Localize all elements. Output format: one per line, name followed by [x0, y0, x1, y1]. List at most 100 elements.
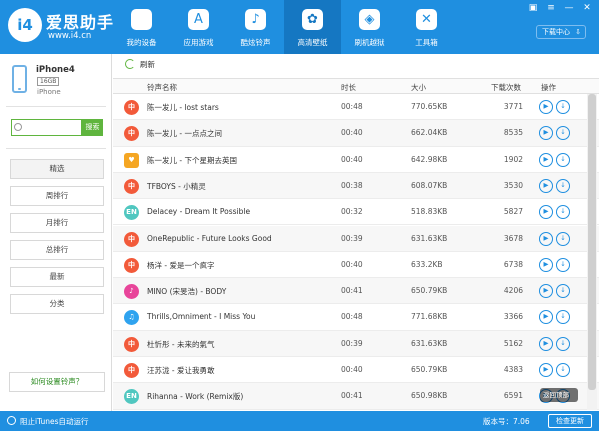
download-icon[interactable]: ↓ [556, 257, 570, 272]
table-row[interactable]: 中陈一发儿 - 一点点之间 00:40 662.04KB 8535 ▶ ↓ [113, 120, 599, 147]
play-icon[interactable]: ▶ [539, 284, 553, 299]
column-header-name[interactable]: 铃声名称 [147, 82, 177, 93]
nav-item[interactable]: ◈ 刷机越狱 [341, 0, 398, 54]
menu-item[interactable]: 周排行 [10, 186, 104, 206]
play-icon[interactable]: ▶ [539, 310, 553, 325]
table-row[interactable]: EN Rihanna - Work (Remix版) 00:41 650.98KB 65… [113, 383, 599, 410]
nav-item-label: 应用游戏 [183, 38, 214, 47]
ringtone-type-icon: 中 [124, 363, 139, 378]
brand-url: www.i4.cn [48, 31, 92, 41]
ringtone-duration: 00:39 [341, 338, 363, 348]
scrollbar-thumb[interactable] [588, 94, 596, 390]
ringtone-type-icon: EN [124, 389, 139, 405]
download-icon[interactable]: ↓ [556, 363, 570, 377]
back-to-top-button[interactable]: 返回顶部 [540, 388, 578, 402]
download-icon[interactable]: ↓ [556, 310, 570, 325]
table-row[interactable]: 中杨洋 - 爱是一个疯字 00:40 633.2KB 6738 ▶ ↓ [113, 252, 599, 279]
ringtone-name: 陈一发儿 - 一点点之间 [147, 129, 222, 139]
play-icon[interactable]: ▶ [539, 178, 553, 193]
itunes-block-icon[interactable] [7, 416, 16, 425]
column-header-duration[interactable]: 时长 [341, 82, 356, 93]
row-actions: ▶↓ [539, 178, 570, 193]
ringtone-size: 770.65KB [411, 102, 448, 111]
ringtone-category-menu: 精选周排行月排行总排行最新分类 [10, 159, 104, 321]
search-icon [14, 123, 22, 131]
download-icon[interactable]: ↓ [556, 152, 570, 167]
table-row[interactable]: 中 TFBOYS - 小精灵 00:38 608.07KB 3530 ▶ ↓ [113, 172, 599, 200]
ringtone-name: MINO (宋旻浩) - BODY [147, 287, 227, 297]
ringtone-name: OneRepublic - Future Looks Good [147, 233, 272, 243]
play-icon[interactable]: ▶ [539, 363, 553, 377]
nav-item[interactable]: ✿ 高清壁纸 [284, 0, 341, 54]
play-icon[interactable]: ▶ [539, 205, 553, 220]
nav-item-label: 刷机越狱 [354, 38, 385, 47]
refresh-icon[interactable] [125, 59, 135, 69]
status-bar: 阻止iTunes自动运行 版本号：7.06 检查更新 [0, 411, 599, 431]
search-field[interactable] [11, 119, 82, 136]
download-icon[interactable]: ↓ [556, 205, 570, 220]
dropbox-icon: ◈ [359, 9, 380, 30]
ringtone-duration: 00:40 [341, 259, 363, 269]
nav-item[interactable]: A 应用游戏 [170, 0, 227, 54]
ringtone-name: 陈一发儿 - lost stars [147, 103, 219, 112]
menu-item[interactable]: 月排行 [10, 213, 104, 233]
menu-icon[interactable]: ≡ [545, 2, 557, 14]
table-row[interactable]: EN Delacey - Dream It Possible 00:32 518.83… [113, 199, 599, 226]
table-row[interactable]: ♥ 陈一发儿 - 下个星期去英国 00:40 642.98KB 1902 ▶ ↓ [113, 147, 599, 173]
bell-icon: ♪ [245, 9, 266, 30]
search-input[interactable] [12, 120, 81, 135]
device-capacity: 16GB [37, 77, 60, 86]
ringtone-downloads: 6738 [503, 259, 523, 269]
close-icon[interactable]: ✕ [581, 2, 593, 14]
column-header-size[interactable]: 大小 [411, 82, 426, 93]
ringtone-size: 518.83KB [411, 207, 448, 217]
menu-item[interactable]: 总排行 [10, 240, 104, 260]
device-name: iPhone4 [36, 65, 75, 75]
table-row[interactable]: ♪ MINO (宋旻浩) - BODY 00:41 650.79KB 4206 ▶ ↓ [113, 278, 599, 305]
menu-item[interactable]: 分类 [10, 294, 104, 314]
play-icon[interactable]: ▶ [539, 336, 553, 351]
minimize-icon[interactable]: — [563, 2, 575, 14]
table-row[interactable]: ♫ Thrills,Omniment - I Miss You 00:48 771.6… [113, 304, 599, 331]
table-row[interactable]: 中陈一发儿 - lost stars 00:48 770.65KB 3771 ▶ ↓ [113, 94, 599, 121]
column-header-downloads[interactable]: 下载次数 [491, 82, 521, 93]
table-row[interactable]: 中 OneRepublic - Future Looks Good 00:39 631… [113, 225, 599, 252]
play-icon[interactable]: ▶ [539, 152, 553, 167]
play-icon[interactable]: ▶ [539, 231, 553, 246]
download-icon[interactable]: ↓ [556, 336, 570, 351]
block-itunes-toggle[interactable]: 阻止iTunes自动运行 [20, 416, 89, 427]
download-icon[interactable]: ↓ [556, 284, 570, 299]
search-button[interactable]: 搜索 [82, 119, 103, 136]
download-icon[interactable]: ↓ [556, 100, 570, 114]
nav-item[interactable]: 我的设备 [113, 0, 170, 54]
play-icon[interactable]: ▶ [539, 257, 553, 272]
download-icon[interactable]: ↓ [556, 231, 570, 246]
nav-item[interactable]: ✕ 工具箱 [398, 0, 455, 54]
skin-icon[interactable]: ▣ [527, 2, 539, 14]
download-icon[interactable]: ↓ [556, 126, 570, 141]
scrollbar[interactable] [587, 94, 597, 410]
help-link[interactable]: 如何设置铃声？ [9, 372, 105, 392]
refresh-button[interactable]: 刷新 [140, 59, 155, 70]
table-row[interactable]: 中汪苏泷 - 爱让我勇敢 00:40 650.79KB 4383 ▶ ↓ [113, 357, 599, 384]
menu-item[interactable]: 最新 [10, 267, 104, 287]
download-icon[interactable]: ↓ [556, 178, 570, 193]
ringtone-size: 650.79KB [411, 365, 448, 374]
nav-item-label: 工具箱 [415, 38, 438, 47]
ringtone-downloads: 3771 [503, 102, 523, 111]
row-actions: ▶↓ [539, 257, 570, 272]
menu-item[interactable]: 精选 [10, 159, 104, 179]
check-update-button[interactable]: 检查更新 [548, 414, 592, 428]
ringtone-size: 642.98KB [411, 154, 448, 164]
row-actions: ▶↓ [539, 152, 570, 167]
ringtone-type-icon: 中 [124, 257, 139, 273]
ringtone-type-icon: 中 [124, 178, 139, 194]
ringtone-name: 陈一发儿 - 下个星期去英国 [147, 155, 237, 165]
nav-item[interactable]: ♪ 酷炫铃声 [227, 0, 284, 54]
ringtone-size: 631.63KB [411, 233, 448, 243]
play-icon[interactable]: ▶ [539, 126, 553, 141]
device-model: iPhone [37, 88, 61, 96]
table-row[interactable]: 中杜忻彤 - 未来的氣气 00:39 631.63KB 5162 ▶ ↓ [113, 330, 599, 357]
download-center-button[interactable]: 下载中心 ⇩ [536, 25, 586, 39]
play-icon[interactable]: ▶ [539, 100, 553, 114]
